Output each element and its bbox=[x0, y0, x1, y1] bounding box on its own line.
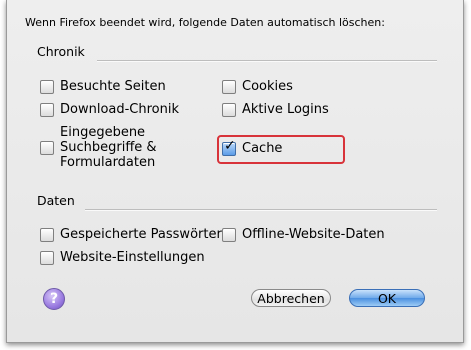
checkbox-label: Cache bbox=[242, 141, 283, 156]
checkbox-active-logins[interactable]: Aktive Logins bbox=[222, 102, 329, 117]
data-section-title: Daten bbox=[37, 193, 75, 208]
checkbox-visited-pages[interactable]: Besuchte Seiten bbox=[40, 79, 166, 94]
checkbox-box[interactable] bbox=[40, 250, 54, 265]
checkbox-label: Eingegebene Suchbegriffe & Formulardaten bbox=[60, 125, 157, 170]
label-line: Suchbegriffe & bbox=[60, 140, 157, 155]
checkbox-box[interactable] bbox=[40, 79, 54, 94]
dialog-intro: Wenn Firefox beendet wird, folgende Date… bbox=[25, 16, 385, 29]
checkbox-box-checked[interactable]: ✓ bbox=[222, 137, 236, 156]
checkmark-icon: ✓ bbox=[224, 137, 236, 154]
checkbox-label: Offline-Website-Daten bbox=[242, 227, 385, 242]
checkbox-label: Download-Chronik bbox=[60, 102, 180, 117]
help-button[interactable]: ? bbox=[43, 288, 65, 310]
checkbox-box[interactable] bbox=[222, 102, 236, 117]
checkbox-saved-passwords[interactable]: Gespeicherte Passwörter bbox=[40, 227, 222, 242]
history-section-title: Chronik bbox=[37, 44, 85, 59]
checkbox-box[interactable] bbox=[40, 102, 54, 117]
checkbox-label: Cookies bbox=[242, 79, 293, 94]
cancel-button[interactable]: Abbrechen bbox=[251, 289, 331, 307]
checkbox-label: Gespeicherte Passwörter bbox=[60, 227, 222, 242]
checkbox-cache[interactable]: ✓ Cache bbox=[222, 137, 283, 156]
checkbox-label: Website-Einstellungen bbox=[60, 250, 205, 265]
checkbox-box[interactable] bbox=[40, 227, 54, 242]
history-divider bbox=[97, 60, 437, 62]
checkbox-label: Aktive Logins bbox=[242, 102, 329, 117]
data-divider bbox=[85, 209, 437, 211]
label-line: Formulardaten bbox=[60, 155, 156, 170]
checkbox-label: Besuchte Seiten bbox=[60, 79, 166, 94]
ok-button[interactable]: OK bbox=[349, 289, 425, 307]
checkbox-box[interactable] bbox=[40, 140, 54, 155]
label-line: Eingegebene bbox=[60, 125, 146, 140]
checkbox-box[interactable] bbox=[222, 79, 236, 94]
checkbox-download-history[interactable]: Download-Chronik bbox=[40, 102, 179, 117]
clear-private-data-dialog: Wenn Firefox beendet wird, folgende Date… bbox=[6, 0, 464, 343]
checkbox-box[interactable] bbox=[222, 227, 236, 242]
checkbox-site-settings[interactable]: Website-Einstellungen bbox=[40, 250, 205, 265]
checkbox-cookies[interactable]: Cookies bbox=[222, 79, 293, 94]
checkbox-form-search-data[interactable]: Eingegebene Suchbegriffe & Formulardaten bbox=[40, 125, 157, 170]
checkbox-offline-website-data[interactable]: Offline-Website-Daten bbox=[222, 227, 385, 242]
